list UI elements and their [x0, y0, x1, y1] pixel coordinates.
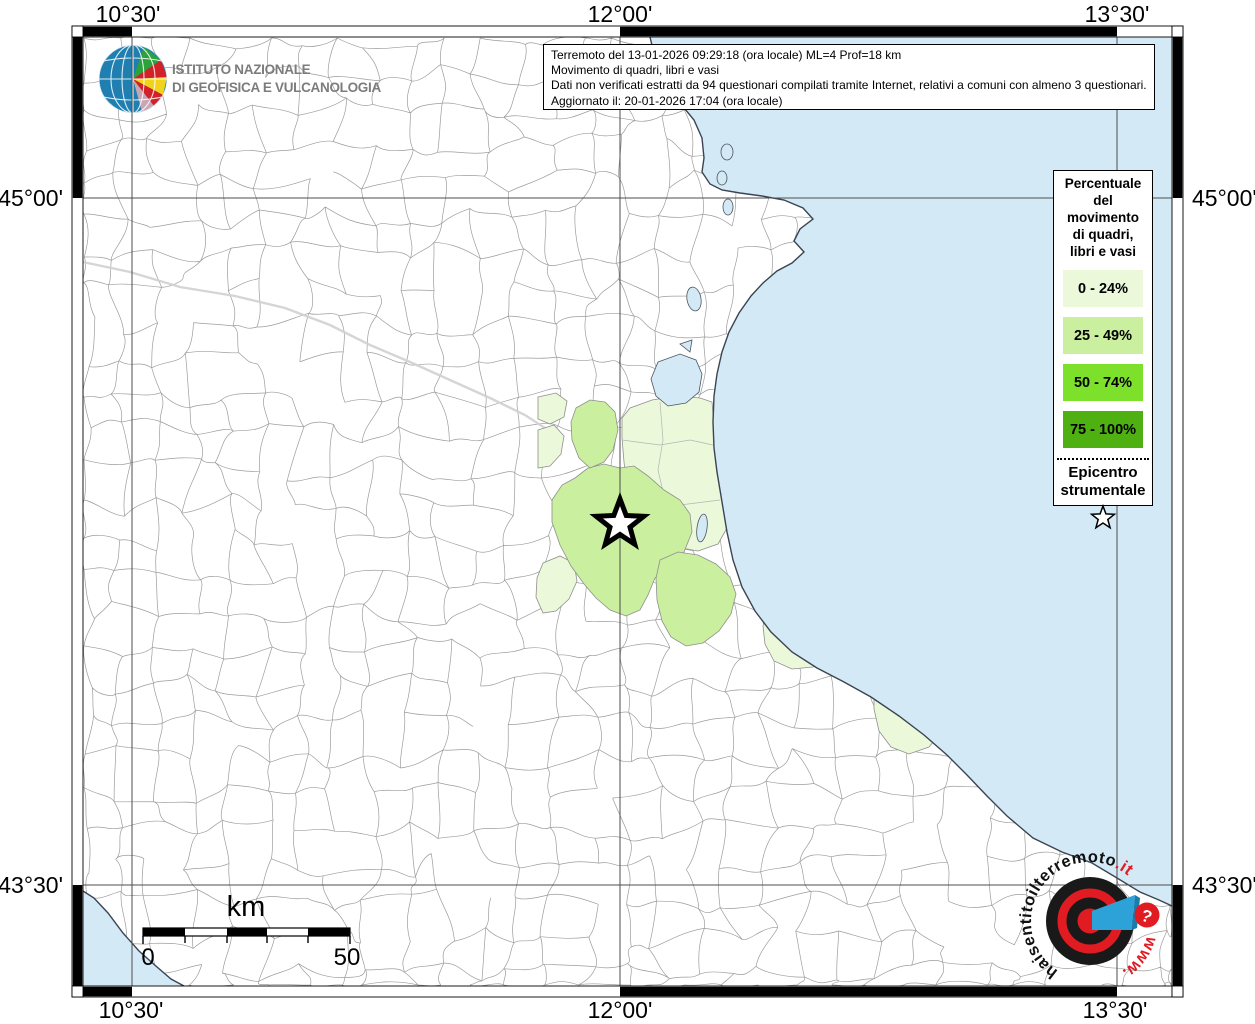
legend-epicenter-line2: strumentale [1060, 482, 1146, 499]
legend-title-line: del [1093, 193, 1113, 208]
scale-bar-end: 50 [334, 944, 361, 971]
axis-label-right-bottom: 43°30' [1192, 872, 1255, 898]
axis-label-right-top: 45°00' [1192, 185, 1255, 211]
scale-bar-unit: km [227, 891, 266, 923]
ingv-wordmark-line2: DI GEOFISICA E VULCANOLOGIA [172, 80, 381, 95]
legend-swatch-25-49: 25 - 49% [1063, 317, 1143, 354]
legend-panel: Percentuale del movimento di quadri, lib… [1053, 170, 1153, 530]
axis-label-bottom-left: 10°30' [99, 997, 164, 1023]
legend-swatch-label: 0 - 24% [1078, 280, 1128, 297]
legend-star-icon [1089, 503, 1117, 530]
legend-swatch-75-100: 75 - 100% [1063, 411, 1143, 448]
ingv-wordmark-line1: ISTITUTO NAZIONALE [172, 62, 311, 77]
legend-separator [1057, 458, 1149, 460]
axis-label-left-top: 45°00' [0, 185, 63, 211]
lagoon [720, 143, 734, 161]
legend-title-line: di quadri, [1072, 227, 1134, 242]
ingv-globe-logo [99, 45, 167, 113]
info-line-effect: Movimento di quadri, libri e vasi [551, 63, 720, 78]
info-line-source: Dati non verificati estratti da 94 quest… [551, 78, 1147, 93]
legend-title-line: Percentuale [1064, 176, 1142, 191]
axis-label-top-right: 13°30' [1085, 1, 1150, 27]
legend-title-line: libri e vasi [1069, 244, 1137, 259]
info-line-updated: Aggiornato il: 20-01-2026 17:04 (ora loc… [551, 93, 783, 108]
axis-label-top-left: 10°30' [96, 1, 161, 27]
earthquake-info-box: Terremoto del 13-01-2026 09:29:18 (ora l… [543, 44, 1155, 110]
legend-title-line: movimento [1066, 210, 1139, 225]
legend-swatch-label: 50 - 74% [1073, 374, 1133, 391]
axis-label-top-center: 12°00' [588, 1, 653, 27]
legend-swatch-50-74: 50 - 74% [1063, 364, 1143, 401]
globe-graticule [99, 45, 167, 113]
lagoon [722, 198, 734, 216]
legend-swatch-0-24: 0 - 24% [1063, 270, 1143, 307]
axis-label-bottom-center: 12°00' [588, 997, 653, 1023]
legend-swatch-label: 75 - 100% [1069, 421, 1137, 438]
legend-swatch-label: 25 - 49% [1073, 327, 1133, 344]
axis-label-left-bottom: 43°30' [0, 872, 63, 898]
legend-epicenter-line1: Epicentro [1068, 464, 1138, 481]
macroseismic-map-page: ISTITUTO NAZIONALE DI GEOFISICA E VULCAN… [0, 0, 1255, 1024]
info-line-event: Terremoto del 13-01-2026 09:29:18 (ora l… [551, 48, 902, 62]
axis-label-bottom-right: 13°30' [1083, 997, 1148, 1023]
scale-bar-start: 0 [141, 944, 154, 971]
lagoon [716, 170, 728, 186]
